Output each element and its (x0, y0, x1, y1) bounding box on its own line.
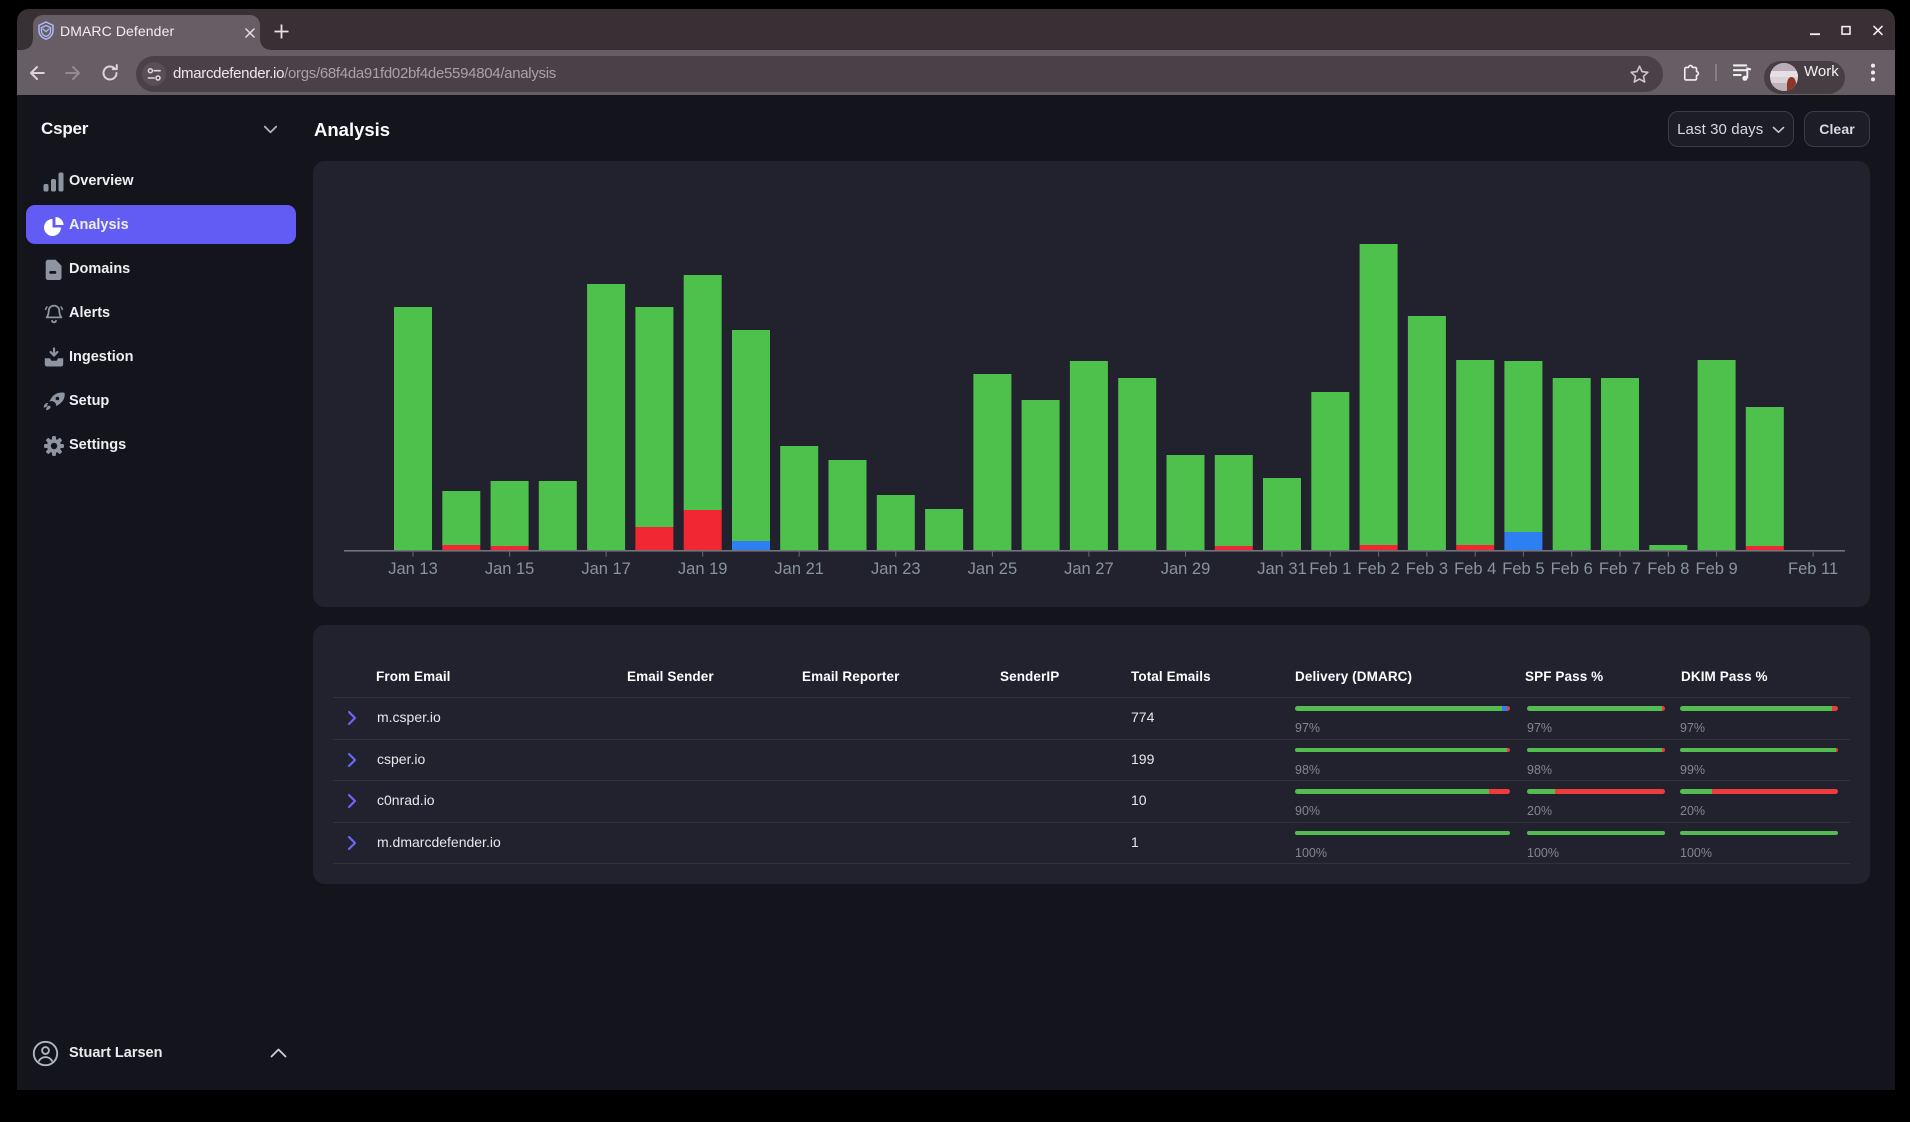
svg-text:Feb 7: Feb 7 (1599, 560, 1641, 578)
svg-text:Feb 11: Feb 11 (1788, 560, 1838, 578)
svg-text:Jan 13: Jan 13 (388, 560, 438, 578)
svg-text:Feb 6: Feb 6 (1551, 560, 1593, 578)
svg-text:Jan 27: Jan 27 (1064, 560, 1114, 578)
svg-text:Jan 23: Jan 23 (871, 560, 921, 578)
svg-text:Feb 1: Feb 1 (1309, 560, 1351, 578)
svg-text:Feb 2: Feb 2 (1357, 560, 1399, 578)
svg-text:Jan 25: Jan 25 (968, 560, 1018, 578)
svg-text:Jan 21: Jan 21 (774, 560, 824, 578)
svg-text:Jan 29: Jan 29 (1161, 560, 1211, 578)
svg-text:Feb 8: Feb 8 (1647, 560, 1689, 578)
svg-text:Feb 9: Feb 9 (1695, 560, 1737, 578)
svg-text:Feb 4: Feb 4 (1454, 560, 1496, 578)
svg-text:Jan 17: Jan 17 (581, 560, 631, 578)
svg-text:Jan 31: Jan 31 (1257, 560, 1307, 578)
svg-text:Jan 15: Jan 15 (485, 560, 535, 578)
svg-text:Jan 19: Jan 19 (678, 560, 728, 578)
svg-text:Feb 3: Feb 3 (1406, 560, 1448, 578)
svg-text:Feb 5: Feb 5 (1502, 560, 1544, 578)
